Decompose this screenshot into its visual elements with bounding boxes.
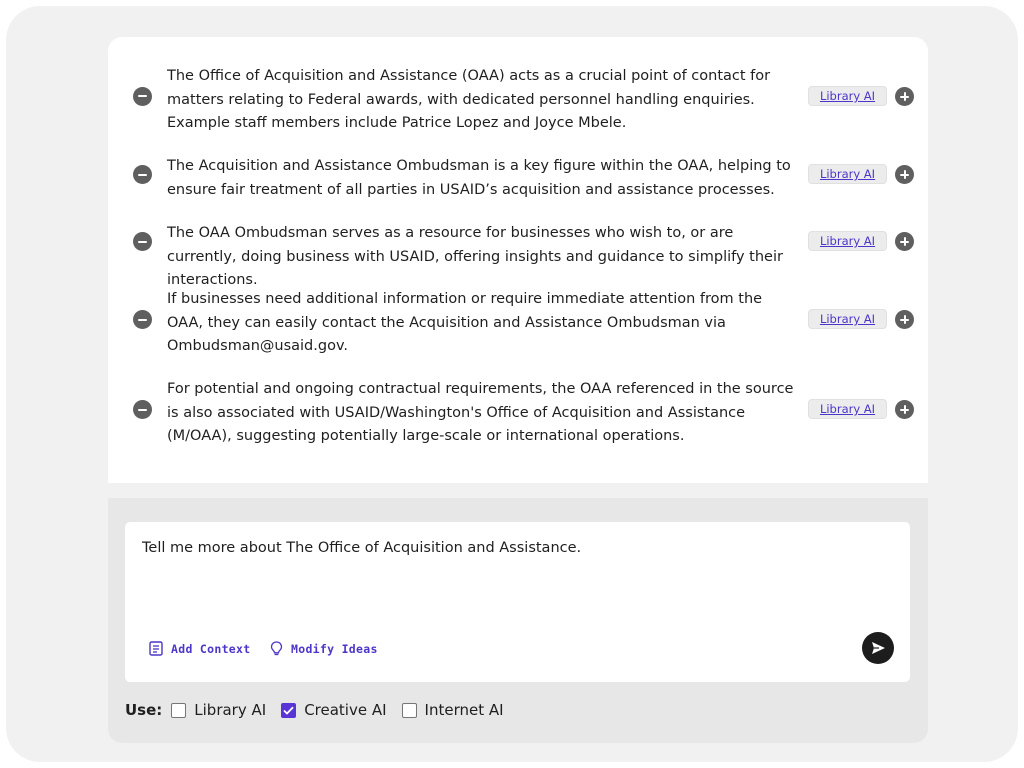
remove-idea-icon[interactable]: [133, 232, 152, 251]
ideas-list: The Office of Acquisition and Assistance…: [108, 37, 928, 483]
checkmark-icon: [283, 706, 294, 715]
option-library-ai[interactable]: Library AI: [171, 701, 266, 719]
option-internet-ai[interactable]: Internet AI: [401, 701, 504, 719]
modify-ideas-label: Modify Ideas: [291, 642, 378, 656]
composer: Tell me more about The Office of Acquisi…: [108, 498, 928, 743]
add-idea-icon[interactable]: [895, 165, 914, 184]
send-button[interactable]: [862, 632, 894, 664]
lightbulb-icon: [270, 641, 283, 656]
idea-source-link[interactable]: Library AI: [808, 231, 887, 251]
app-frame: The Office of Acquisition and Assistance…: [6, 6, 1018, 762]
option-label: Internet AI: [424, 701, 504, 719]
creative-ai-checkbox[interactable]: [281, 702, 297, 718]
internet-ai-checkbox[interactable]: [401, 702, 417, 718]
idea-text: The Office of Acquisition and Assistance…: [167, 68, 771, 131]
add-context-label: Add Context: [171, 641, 251, 656]
prompt-text[interactable]: Tell me more about The Office of Acquisi…: [142, 537, 882, 559]
remove-idea-icon[interactable]: [133, 86, 152, 106]
add-idea-icon[interactable]: [895, 310, 914, 329]
idea-source-link[interactable]: Library AI: [808, 86, 887, 106]
send-icon: [871, 642, 885, 654]
option-label: Creative AI: [304, 701, 387, 719]
idea-text: The Acquisition and Assistance Ombudsman…: [167, 158, 791, 198]
add-idea-icon[interactable]: [895, 400, 914, 419]
idea-source-link[interactable]: Library AI: [808, 399, 887, 419]
add-idea-icon[interactable]: [895, 87, 914, 106]
idea-source-link[interactable]: Library AI: [808, 309, 887, 329]
prompt-input[interactable]: Tell me more about The Office of Acquisi…: [125, 522, 910, 682]
idea-text: For potential and ongoing contractual re…: [167, 381, 794, 444]
document-icon: [149, 641, 163, 656]
add-context-button[interactable]: Add Context: [149, 641, 250, 656]
add-idea-icon[interactable]: [895, 232, 914, 251]
remove-idea-icon[interactable]: [133, 400, 152, 419]
option-label: Library AI: [194, 701, 267, 719]
idea-text: If businesses need additional informatio…: [167, 291, 763, 354]
modify-ideas-button[interactable]: Modify Ideas: [270, 641, 378, 657]
use-label: Use:: [125, 701, 163, 719]
remove-idea-icon[interactable]: [133, 310, 152, 329]
source-selector: Use: Library AI Creative AI Internet AI: [125, 701, 519, 719]
option-creative-ai[interactable]: Creative AI: [281, 701, 387, 719]
library-ai-checkbox[interactable]: [171, 702, 187, 718]
remove-idea-icon[interactable]: [133, 165, 152, 184]
idea-text: The OAA Ombudsman serves as a resource f…: [167, 225, 783, 288]
idea-source-link[interactable]: Library AI: [808, 164, 887, 184]
